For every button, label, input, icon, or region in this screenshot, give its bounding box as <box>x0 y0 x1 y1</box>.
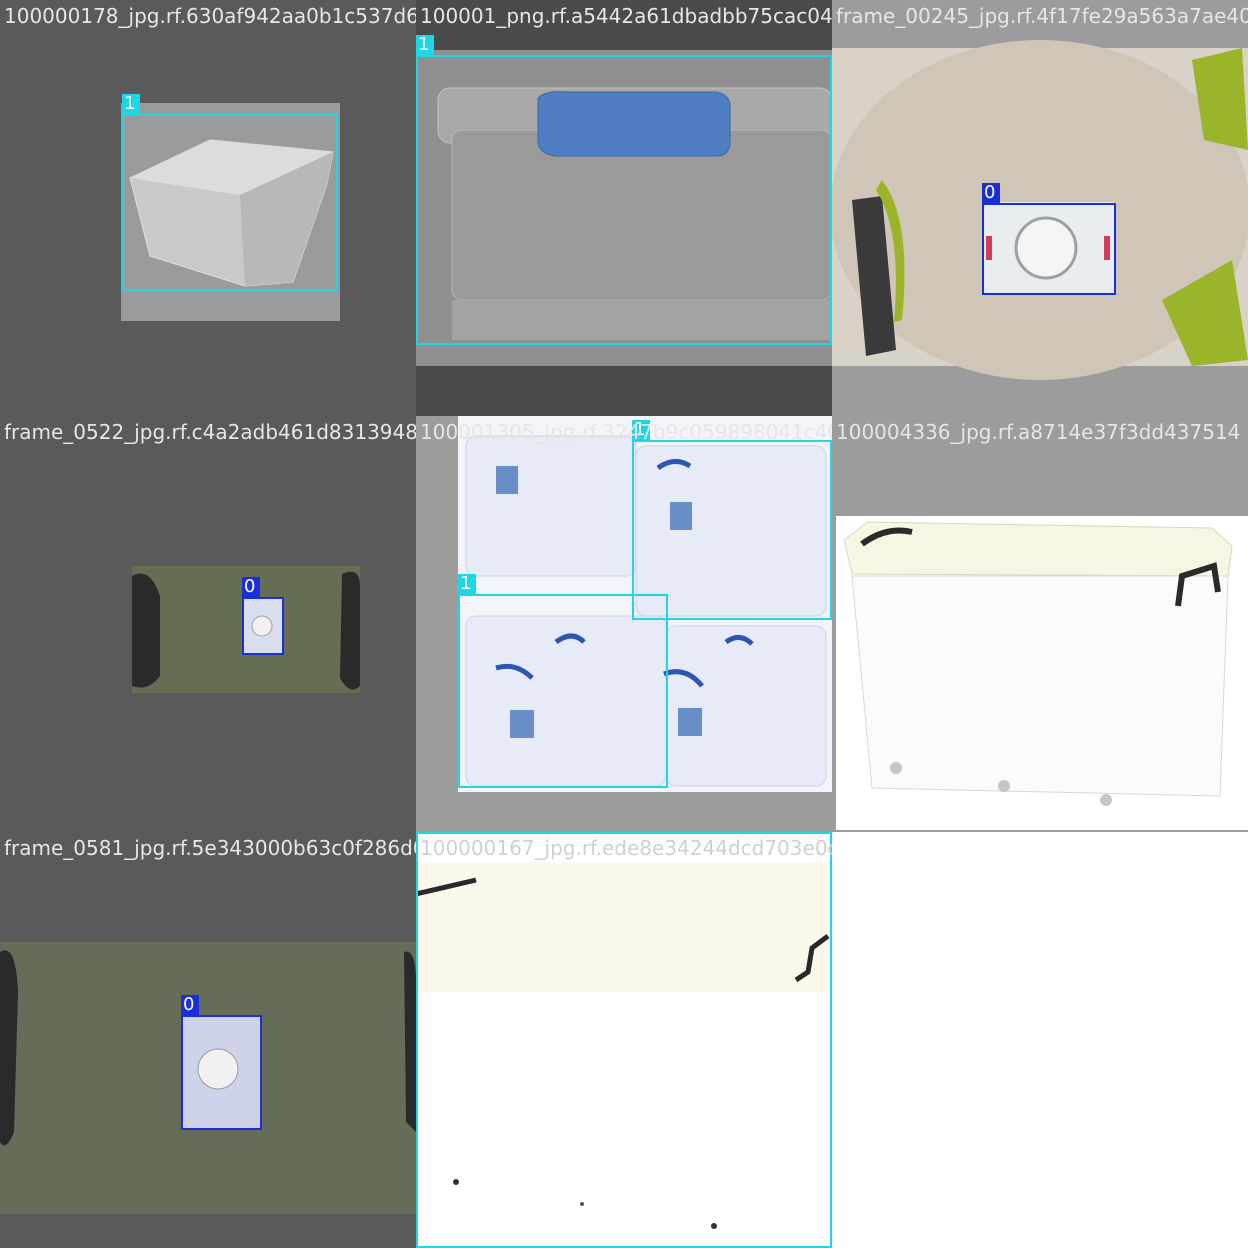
detection-box: 1 <box>122 94 338 291</box>
detection-box: 1 <box>416 35 832 345</box>
detection-box: 1 <box>632 420 832 620</box>
tile-filename: 100004336_jpg.rf.a8714e37f3dd437514 <box>836 420 1241 444</box>
mosaic-tile-6: 100004336_jpg.rf.a8714e37f3dd437514 <box>832 416 1248 832</box>
detection-box: 1 <box>458 574 668 788</box>
detection-label: 0 <box>982 183 1000 203</box>
detection-label: 1 <box>416 35 434 55</box>
mosaic-tile-empty <box>832 832 1248 1248</box>
tile-filename: frame_00245_jpg.rf.4f17fe29a563a7ae40 <box>836 4 1248 28</box>
mosaic-tile-2: 1 100001_png.rf.a5442a61dbadbb75cac04fe5… <box>416 0 832 416</box>
tile-4-photo <box>132 566 360 693</box>
detection-label: 1 <box>458 574 476 594</box>
tile-filename: frame_0581_jpg.rf.5e343000b63c0f286d0008 <box>4 836 416 860</box>
mosaic-tile-1: 1 100000178_jpg.rf.630af942aa0b1c537d6a0… <box>0 0 416 416</box>
mosaic-tile-8: 1 100000167_jpg.rf.ede8e34244dcd703e0d76… <box>416 832 832 1248</box>
detection-box: 0 <box>181 995 262 1130</box>
detection-label: 1 <box>122 94 140 114</box>
tile-filename: 100001_png.rf.a5442a61dbadbb75cac04fe5ba… <box>420 4 832 28</box>
detection-label: 0 <box>181 995 199 1015</box>
mosaic-tile-5: 1 1 100001305_jpg.rf.3247b9c059898041c40… <box>416 416 832 832</box>
tile-filename: 100000178_jpg.rf.630af942aa0b1c537d6a02a… <box>4 4 416 28</box>
tile-filename: frame_0522_jpg.rf.c4a2adb461d83139480091 <box>4 420 416 444</box>
detection-box: 1 <box>416 832 832 1248</box>
detection-box: 0 <box>982 183 1116 295</box>
mosaic-tile-4: 0 frame_0522_jpg.rf.c4a2adb461d831394800… <box>0 416 416 832</box>
detection-label: 0 <box>242 577 260 597</box>
tile-filename: 100001305_jpg.rf.3247b9c059898041c403000… <box>420 420 832 444</box>
detection-box: 0 <box>242 577 284 655</box>
mosaic-tile-3: 0 frame_00245_jpg.rf.4f17fe29a563a7ae40 <box>832 0 1248 416</box>
tile-6-photo <box>836 516 1248 830</box>
tile-filename: 100000167_jpg.rf.ede8e34244dcd703e0d7603 <box>420 836 832 860</box>
mosaic-tile-7: 0 frame_0581_jpg.rf.5e343000b63c0f286d00… <box>0 832 416 1248</box>
